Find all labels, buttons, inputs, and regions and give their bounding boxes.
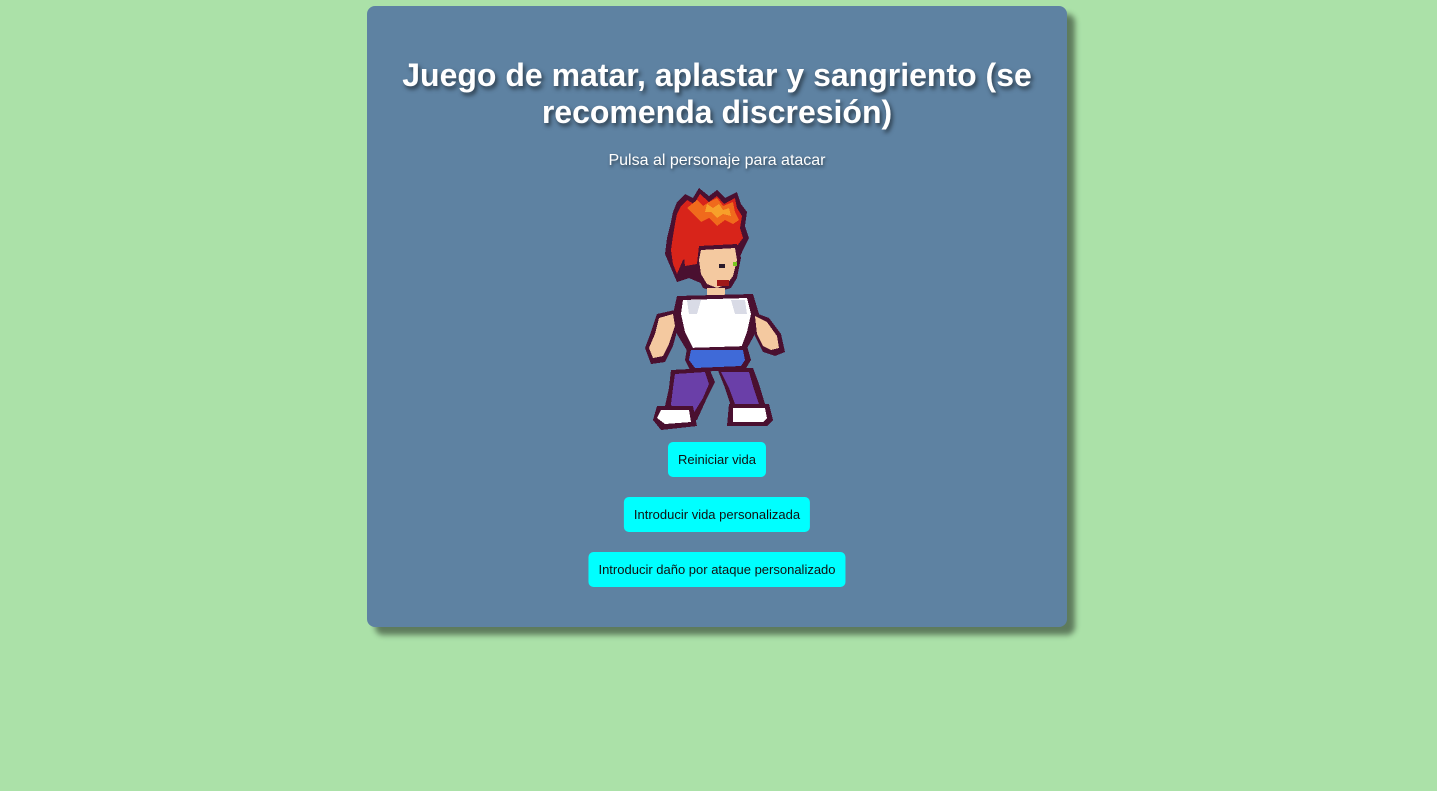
custom-damage-button[interactable]: Introducir daño por ataque personalizado <box>588 552 846 587</box>
fighter-character[interactable] <box>637 184 797 434</box>
custom-life-button[interactable]: Introducir vida personalizada <box>623 497 811 532</box>
pixel-fighter-icon <box>645 188 785 430</box>
page-title: Juego de matar, aplastar y sangriento (s… <box>402 57 1032 130</box>
reset-life-button[interactable]: Reiniciar vida <box>667 442 767 477</box>
game-card: Juego de matar, aplastar y sangriento (s… <box>367 6 1067 627</box>
attack-instruction: Pulsa al personaje para atacar <box>608 152 826 169</box>
